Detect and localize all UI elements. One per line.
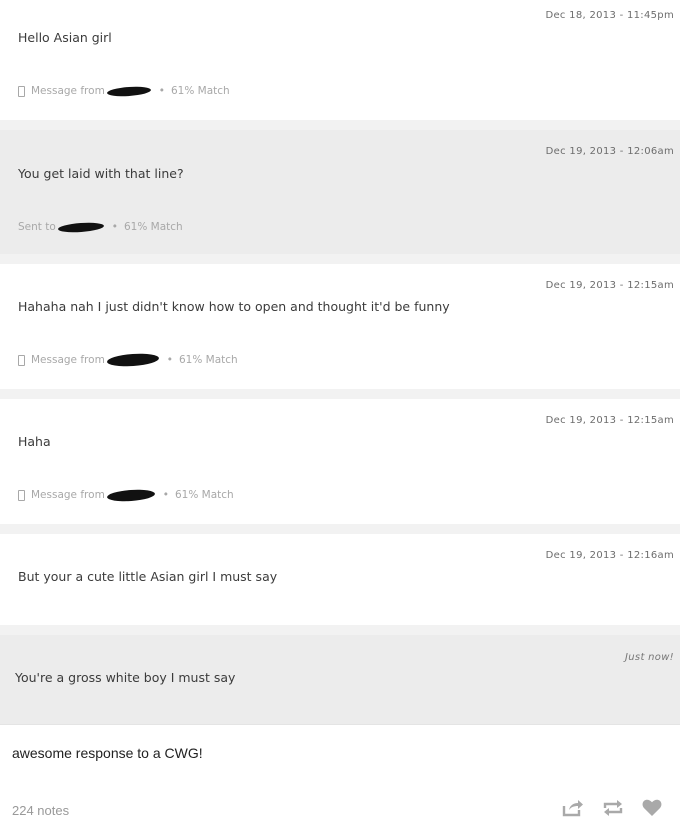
share-icon[interactable]	[562, 799, 584, 821]
post-actions	[562, 799, 662, 821]
meta-prefix: Sent to	[18, 221, 56, 233]
phone-icon	[18, 85, 25, 97]
redaction-scribble	[106, 352, 160, 368]
message-divider	[0, 524, 680, 534]
message-divider	[0, 625, 680, 635]
meta-separator-dot: •	[162, 489, 169, 501]
message-timestamp: Just now!	[625, 652, 674, 663]
notes-count[interactable]: 224 notes	[12, 803, 69, 818]
phone-icon	[18, 489, 25, 501]
heart-icon[interactable]	[642, 799, 662, 821]
message-sent: Dec 19, 2013 - 12:06am You get laid with…	[0, 130, 680, 254]
message-timestamp: Dec 19, 2013 - 12:15am	[545, 415, 674, 426]
meta-separator-dot: •	[111, 221, 118, 233]
match-percentage: 61% Match	[175, 489, 234, 501]
message-divider	[0, 254, 680, 264]
message-received: Dec 19, 2013 - 12:15am Hahaha nah I just…	[0, 264, 680, 389]
message-timestamp: Dec 19, 2013 - 12:15am	[545, 280, 674, 291]
message-received: Dec 18, 2013 - 11:45pm Hello Asian girl …	[0, 0, 680, 120]
message-sent: Just now! You're a gross white boy I mus…	[0, 635, 680, 724]
message-timestamp: Dec 19, 2013 - 12:16am	[545, 550, 674, 561]
post-divider	[0, 724, 680, 725]
message-text: Hahaha nah I just didn't know how to ope…	[18, 299, 450, 314]
message-meta: Sent to • 61% Match	[18, 220, 183, 234]
meta-separator-dot: •	[158, 85, 165, 97]
meta-prefix: Message from	[31, 354, 105, 366]
redaction-scribble	[106, 487, 156, 503]
message-received: Dec 19, 2013 - 12:15am Haha Message from…	[0, 399, 680, 524]
message-meta: Message from • 61% Match	[18, 352, 238, 368]
message-divider	[0, 120, 680, 130]
meta-separator-dot: •	[166, 354, 173, 366]
message-divider	[0, 389, 680, 399]
message-text: You're a gross white boy I must say	[15, 670, 236, 685]
match-percentage: 61% Match	[179, 354, 238, 366]
redaction-scribble	[57, 220, 105, 234]
phone-icon	[18, 354, 25, 366]
message-timestamp: Dec 19, 2013 - 12:06am	[545, 146, 674, 157]
meta-prefix: Message from	[31, 85, 105, 97]
message-meta: Message from • 61% Match	[18, 84, 230, 98]
message-text: You get laid with that line?	[18, 166, 184, 181]
message-text: But your a cute little Asian girl I must…	[18, 569, 278, 584]
post-caption: awesome response to a CWG!	[12, 745, 203, 761]
message-timestamp: Dec 18, 2013 - 11:45pm	[545, 10, 674, 21]
message-meta: Message from • 61% Match	[18, 487, 234, 503]
message-received: Dec 19, 2013 - 12:16am But your a cute l…	[0, 534, 680, 625]
message-text: Haha	[18, 434, 51, 449]
meta-prefix: Message from	[31, 489, 105, 501]
message-text: Hello Asian girl	[18, 30, 112, 45]
redaction-scribble	[106, 84, 152, 98]
match-percentage: 61% Match	[171, 85, 230, 97]
match-percentage: 61% Match	[123, 221, 183, 233]
reblog-icon[interactable]	[602, 799, 624, 821]
